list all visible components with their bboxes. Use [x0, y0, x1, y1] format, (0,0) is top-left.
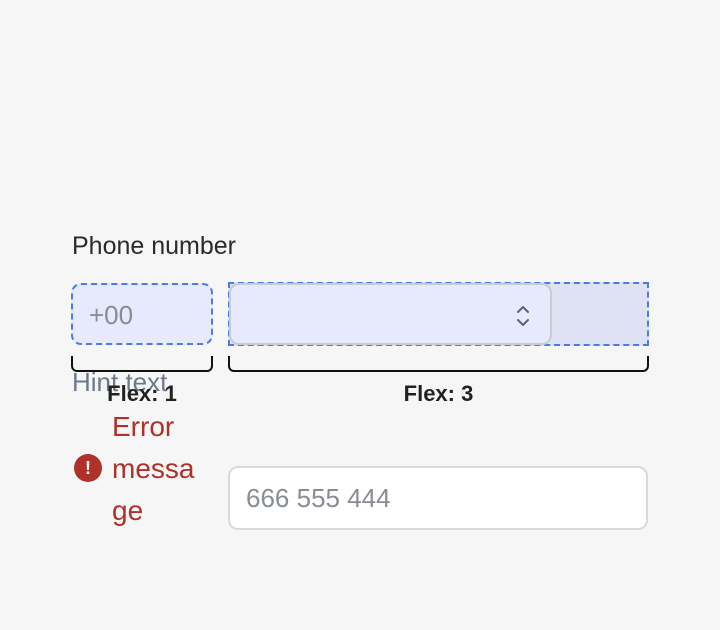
- chevron-updown-icon: [517, 306, 529, 326]
- country-code-input[interactable]: +00: [71, 283, 213, 345]
- exclamation-circle-icon: !: [74, 454, 102, 482]
- phone-number-input[interactable]: 666 555 444: [228, 466, 648, 530]
- phone-number-label: Phone number: [72, 232, 237, 260]
- flex-guide-left-label: Flex: 1: [107, 381, 177, 406]
- flex-guide-right-label: Flex: 3: [403, 381, 474, 406]
- error-message: Error message: [112, 411, 195, 526]
- country-select[interactable]: [229, 283, 552, 345]
- flex-guide-right: [228, 356, 649, 372]
